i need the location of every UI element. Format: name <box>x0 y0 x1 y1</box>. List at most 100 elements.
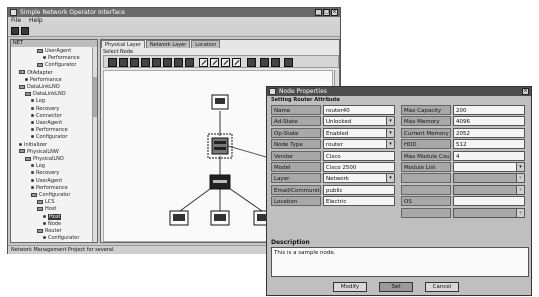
tree-item[interactable]: Log <box>31 163 45 170</box>
router-tool-icon[interactable] <box>119 58 128 67</box>
field-input[interactable]: 4 <box>453 150 525 161</box>
tree-item[interactable]: UserAgent <box>37 48 71 55</box>
tree-item[interactable]: PhysicalLNW <box>19 149 59 156</box>
switch-tool-icon[interactable] <box>141 58 150 67</box>
field-dropdown[interactable]: Enabled ▾ <box>323 127 395 138</box>
host-node-icon[interactable] <box>169 210 189 226</box>
tree-item[interactable]: Configurator <box>31 134 67 141</box>
field-dropdown[interactable]: router ▾ <box>323 139 395 150</box>
tree-item[interactable]: Performance <box>31 127 68 134</box>
field-dropdown[interactable]: ▾ <box>453 162 525 172</box>
tree-scrollbar[interactable] <box>92 47 97 242</box>
tree-item[interactable]: Recovery <box>31 106 59 113</box>
host-node-icon[interactable] <box>211 94 229 110</box>
tree-item[interactable]: Configurator <box>43 235 79 242</box>
chevron-down-icon[interactable]: ▾ <box>386 140 394 149</box>
tab-location[interactable]: Location <box>191 40 221 48</box>
scroll-thumb[interactable] <box>93 77 97 117</box>
tree-item[interactable]: Performance <box>43 55 80 62</box>
field-input[interactable]: 512 <box>453 139 525 150</box>
tree-item[interactable]: Host <box>37 206 56 213</box>
field-input[interactable] <box>453 196 525 207</box>
cable-tool-icon[interactable] <box>232 58 241 67</box>
tree-item[interactable]: DataLinkLNO <box>25 91 66 98</box>
chevron-down-icon[interactable]: ▾ <box>516 185 524 194</box>
host-node-icon[interactable] <box>210 210 230 226</box>
description-textarea[interactable]: This is a sample node. <box>271 247 529 277</box>
field-input[interactable]: 4096 <box>453 116 525 127</box>
switch-node-icon[interactable] <box>209 174 231 190</box>
chevron-down-icon[interactable]: ▾ <box>386 117 394 126</box>
field-dropdown[interactable]: ▾ <box>453 173 525 184</box>
tree-item[interactable]: OtAdapter <box>19 70 53 77</box>
modify-button[interactable]: Modify <box>333 282 367 292</box>
field-label: HDD <box>401 139 451 150</box>
line-tool-icon[interactable] <box>199 58 208 67</box>
tab-physical-layer[interactable]: Physical Layer <box>101 40 145 48</box>
minimize-button[interactable]: _ <box>315 9 322 16</box>
tree-item[interactable]: LCS <box>37 199 54 206</box>
field-dropdown[interactable]: Network ▾ <box>323 173 395 184</box>
chevron-down-icon[interactable]: ▾ <box>386 174 394 183</box>
tree-item[interactable]: UserAgent <box>31 178 62 185</box>
field-dropdown[interactable]: Unlocked ▾ <box>323 116 395 127</box>
field-input[interactable]: Cisco 2500 <box>323 162 395 172</box>
chevron-down-icon[interactable]: ▾ <box>516 174 524 183</box>
tree-item[interactable]: Connector <box>31 113 62 120</box>
router-node-icon[interactable] <box>207 133 233 159</box>
field-input[interactable]: public <box>323 184 395 195</box>
field-input[interactable]: Cisco <box>323 150 395 161</box>
tree-item[interactable]: Recovery <box>31 170 59 177</box>
printer-tool-icon[interactable] <box>174 58 183 67</box>
tree-item[interactable]: Log <box>31 98 45 105</box>
connector-tool-icon[interactable] <box>221 58 230 67</box>
link-line[interactable] <box>179 185 215 212</box>
menu-file[interactable]: File <box>11 17 21 25</box>
tree-item[interactable]: DataLinkLNO <box>19 84 60 91</box>
set-button[interactable]: Set <box>379 282 413 292</box>
save-icon[interactable] <box>11 27 19 35</box>
tab-network-layer[interactable]: Network Layer <box>145 40 191 48</box>
field-input[interactable]: 2052 <box>453 127 525 138</box>
field-value: public <box>326 187 343 194</box>
tree-item[interactable]: Configurator <box>37 62 76 69</box>
link-tool-icon[interactable] <box>210 58 219 67</box>
dialog-titlebar[interactable]: Node Properties × <box>267 87 531 96</box>
field-input[interactable]: Electric <box>323 196 395 207</box>
tree-item[interactable]: Performance <box>31 185 68 192</box>
chevron-down-icon[interactable]: ▾ <box>386 128 394 137</box>
tree-item[interactable]: Node <box>43 221 61 228</box>
bridge-tool-icon[interactable] <box>185 58 194 67</box>
monitor-tool-icon[interactable] <box>247 58 256 67</box>
dialog-close-button[interactable]: × <box>522 88 529 95</box>
chevron-down-icon[interactable]: ▾ <box>516 163 524 171</box>
pointer-tool-icon[interactable] <box>108 58 117 67</box>
field-input[interactable]: 200 <box>453 105 525 115</box>
field-input[interactable]: router40 <box>323 105 395 115</box>
server-tool-icon[interactable] <box>163 58 172 67</box>
cancel-button[interactable]: Cancel <box>425 282 459 292</box>
help-tool-icon[interactable] <box>271 58 280 67</box>
field-label: Model <box>271 162 321 172</box>
export-tool-icon[interactable] <box>284 58 293 67</box>
hub-tool-icon[interactable] <box>152 58 161 67</box>
tree-item[interactable]: Initializer <box>19 142 47 149</box>
main-titlebar[interactable]: Simple Network Operator Interface _ □ × <box>8 8 340 17</box>
tree-item[interactable]: UserAgent <box>31 120 62 127</box>
tree-item[interactable]: Performance <box>25 77 62 84</box>
chevron-down-icon[interactable]: ▾ <box>516 208 524 217</box>
host-tool-icon[interactable] <box>130 58 139 67</box>
open-icon[interactable] <box>21 27 29 35</box>
property-tool-icon[interactable] <box>260 58 269 67</box>
field-dropdown[interactable]: ▾ <box>453 184 525 195</box>
field-dropdown[interactable]: ▾ <box>453 207 525 218</box>
close-button[interactable]: × <box>331 9 338 16</box>
tree-item[interactable]: PhysicalLNO <box>25 156 64 163</box>
tree-item[interactable]: Router <box>37 228 62 235</box>
tree-item[interactable]: Configurator <box>31 192 70 199</box>
menu-help[interactable]: Help <box>29 17 43 25</box>
tree-item-label: DataLinkLNO <box>33 91 66 98</box>
tree-item[interactable]: Host <box>43 213 62 221</box>
link-line[interactable] <box>225 185 263 212</box>
maximize-button[interactable]: □ <box>323 9 330 16</box>
